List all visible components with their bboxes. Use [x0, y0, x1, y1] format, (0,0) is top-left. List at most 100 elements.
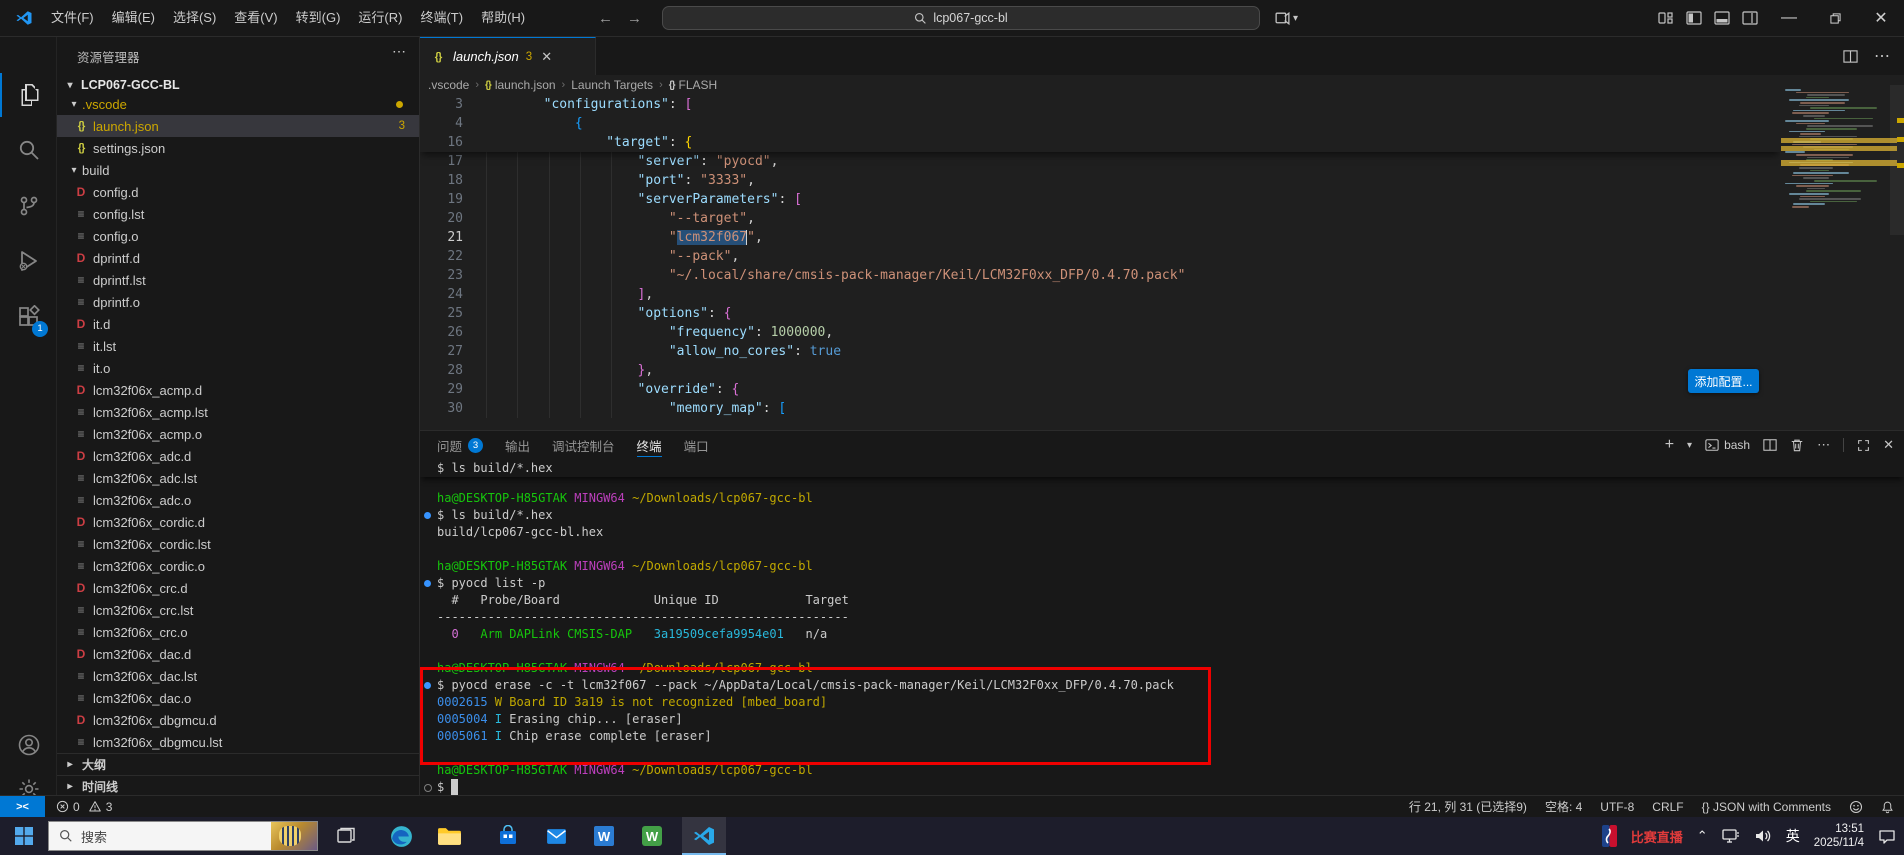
- tree-item-lcm32f06x_cordic.d[interactable]: Dlcm32f06x_cordic.d: [57, 511, 419, 533]
- tree-item-dprintf.lst[interactable]: ≡ dprintf.lst: [57, 269, 419, 291]
- panel-more-actions-icon[interactable]: ⋯: [1817, 437, 1830, 453]
- tree-item-dprintf.d[interactable]: Ddprintf.d: [57, 247, 419, 269]
- word-app-icon[interactable]: W: [582, 817, 626, 855]
- notifications-bell-icon[interactable]: [1881, 800, 1894, 814]
- add-configuration-button[interactable]: 添加配置...: [1688, 369, 1759, 393]
- tree-item-lcm32f06x_acmp.d[interactable]: Dlcm32f06x_acmp.d: [57, 379, 419, 401]
- taskbar-search-box[interactable]: 搜索: [48, 821, 318, 851]
- encoding[interactable]: UTF-8: [1600, 800, 1634, 814]
- kill-terminal-trash-icon[interactable]: [1790, 438, 1804, 452]
- minimap[interactable]: [1781, 85, 1897, 245]
- explorer-icon[interactable]: [0, 73, 57, 117]
- tree-item-.vscode[interactable]: ▾ .vscode: [57, 93, 419, 115]
- speaker-icon[interactable]: [1754, 828, 1772, 844]
- tree-item-lcm32f06x_dac.o[interactable]: ≡ lcm32f06x_dac.o: [57, 687, 419, 709]
- menu-edit[interactable]: 编辑(E): [103, 5, 164, 31]
- panel-tab-output[interactable]: 输出: [505, 431, 530, 459]
- search-highlight-image[interactable]: [271, 822, 317, 850]
- tree-item-it.d[interactable]: Dit.d: [57, 313, 419, 335]
- panel-tab-debug-console[interactable]: 调试控制台: [552, 431, 615, 459]
- tree-item-lcm32f06x_dbgmcu.lst[interactable]: ≡ lcm32f06x_dbgmcu.lst: [57, 731, 419, 753]
- tree-item-lcm32f06x_adc.o[interactable]: ≡ lcm32f06x_adc.o: [57, 489, 419, 511]
- panel-tab-problems[interactable]: 问题 3: [437, 431, 484, 459]
- split-editor-icon[interactable]: [1843, 49, 1858, 64]
- timeline-section[interactable]: ▸ 时间线: [57, 775, 419, 795]
- window-minimize-button[interactable]: ―: [1766, 0, 1812, 36]
- terminal-instance[interactable]: bash: [1705, 438, 1750, 452]
- menu-file[interactable]: 文件(F): [42, 5, 103, 31]
- start-button[interactable]: [0, 817, 48, 855]
- toggle-panel-icon[interactable]: [1714, 10, 1730, 26]
- network-display-icon[interactable]: [1722, 828, 1740, 844]
- split-terminal-icon[interactable]: [1763, 438, 1777, 452]
- breadcrumb-launch-targets[interactable]: Launch Targets: [571, 78, 653, 92]
- tree-item-config.o[interactable]: ≡ config.o: [57, 225, 419, 247]
- nba-live-icon[interactable]: [1601, 825, 1617, 847]
- edge-browser-icon[interactable]: [379, 817, 423, 855]
- language-mode[interactable]: {} JSON with Comments: [1702, 800, 1831, 814]
- ime-indicator[interactable]: 英: [1786, 826, 1800, 846]
- run-debug-icon[interactable]: [0, 239, 57, 283]
- tree-item-lcm32f06x_crc.d[interactable]: Dlcm32f06x_crc.d: [57, 577, 419, 599]
- wps-app-icon[interactable]: W: [630, 817, 674, 855]
- cursor-position[interactable]: 行 21, 列 31 (已选择9): [1409, 798, 1527, 815]
- menu-view[interactable]: 查看(V): [225, 5, 286, 31]
- tree-item-config.d[interactable]: Dconfig.d: [57, 181, 419, 203]
- outline-section[interactable]: ▸ 大纲: [57, 753, 419, 775]
- panel-tab-terminal[interactable]: 终端: [636, 431, 662, 459]
- toggle-secondary-sidebar-icon[interactable]: [1742, 10, 1758, 26]
- remote-indicator[interactable]: ><: [0, 796, 45, 817]
- customize-layout-icon[interactable]: [1658, 10, 1674, 26]
- code-editor[interactable]: 3 "configurations": [4 {16 "target": { 1…: [420, 95, 1780, 430]
- panel-tab-ports[interactable]: 端口: [684, 431, 709, 459]
- taskbar-clock[interactable]: 13:51 2025/11/4: [1814, 822, 1864, 850]
- window-restore-button[interactable]: [1812, 0, 1858, 36]
- tree-item-dprintf.o[interactable]: ≡ dprintf.o: [57, 291, 419, 313]
- menu-selection[interactable]: 选择(S): [164, 5, 225, 31]
- tree-item-launch.json[interactable]: {} launch.json 3: [57, 115, 419, 137]
- maximize-panel-icon[interactable]: [1857, 439, 1870, 452]
- tree-item-config.lst[interactable]: ≡ config.lst: [57, 203, 419, 225]
- menu-go[interactable]: 转到(G): [287, 5, 350, 31]
- tree-item-lcm32f06x_acmp.lst[interactable]: ≡ lcm32f06x_acmp.lst: [57, 401, 419, 423]
- forward-arrow-icon[interactable]: →: [627, 10, 642, 27]
- task-view-button[interactable]: [324, 817, 368, 855]
- search-sidebar-icon[interactable]: [0, 128, 57, 172]
- window-close-button[interactable]: ✕: [1858, 0, 1904, 36]
- tree-item-lcm32f06x_dbgmcu.d[interactable]: Dlcm32f06x_dbgmcu.d: [57, 709, 419, 731]
- menu-run[interactable]: 运行(R): [349, 5, 411, 31]
- toggle-sidebar-icon[interactable]: [1686, 10, 1702, 26]
- extensions-icon[interactable]: 1: [0, 295, 57, 339]
- tree-item-lcm32f06x_dac.d[interactable]: Dlcm32f06x_dac.d: [57, 643, 419, 665]
- tree-item-lcm32f06x_acmp.o[interactable]: ≡ lcm32f06x_acmp.o: [57, 423, 419, 445]
- eol-sequence[interactable]: CRLF: [1652, 800, 1683, 814]
- tree-item-lcm32f06x_adc.lst[interactable]: ≡ lcm32f06x_adc.lst: [57, 467, 419, 489]
- mail-app-icon[interactable]: [534, 817, 578, 855]
- tree-item-it.lst[interactable]: ≡ it.lst: [57, 335, 419, 357]
- command-center-search[interactable]: lcp067-gcc-bl: [662, 6, 1260, 30]
- tree-item-lcm32f06x_crc.lst[interactable]: ≡ lcm32f06x_crc.lst: [57, 599, 419, 621]
- feedback-smiley-icon[interactable]: [1849, 800, 1863, 814]
- new-terminal-icon[interactable]: +: [1665, 436, 1674, 454]
- vscode-taskbar-icon[interactable]: [682, 817, 726, 855]
- hidden-icons-chevron[interactable]: ⌃: [1697, 828, 1708, 844]
- tree-item-lcm32f06x_adc.d[interactable]: Dlcm32f06x_adc.d: [57, 445, 419, 467]
- tab-launch-json[interactable]: {} launch.json 3 ✕: [420, 37, 596, 75]
- tab-close-icon[interactable]: ✕: [541, 49, 552, 65]
- indentation[interactable]: 空格: 4: [1545, 798, 1582, 815]
- menu-help[interactable]: 帮助(H): [472, 5, 534, 31]
- breadcrumb-launch-json[interactable]: {} launch.json: [485, 78, 556, 92]
- live-broadcast-text[interactable]: 比赛直播: [1631, 827, 1683, 846]
- tree-item-lcm32f06x_crc.o[interactable]: ≡ lcm32f06x_crc.o: [57, 621, 419, 643]
- tree-item-it.o[interactable]: ≡ it.o: [57, 357, 419, 379]
- source-control-icon[interactable]: [0, 184, 57, 228]
- back-arrow-icon[interactable]: ←: [598, 10, 613, 27]
- editor-more-actions-icon[interactable]: ⋯: [1874, 46, 1890, 66]
- tree-item-lcm32f06x_dac.lst[interactable]: ≡ lcm32f06x_dac.lst: [57, 665, 419, 687]
- account-icon[interactable]: [0, 723, 57, 767]
- tree-item-lcm32f06x_cordic.lst[interactable]: ≡ lcm32f06x_cordic.lst: [57, 533, 419, 555]
- store-app-icon[interactable]: [486, 817, 530, 855]
- sidebar-more-actions-icon[interactable]: ⋯: [392, 43, 407, 60]
- tree-item-settings.json[interactable]: {} settings.json: [57, 137, 419, 159]
- breadcrumb-flash[interactable]: {} FLASH: [669, 78, 717, 92]
